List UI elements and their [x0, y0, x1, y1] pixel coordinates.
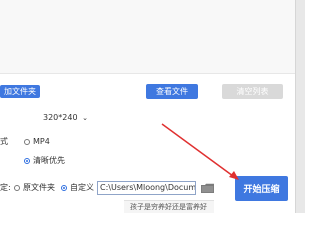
quality-priority-label: 清晰优先 [33, 156, 65, 165]
resolution-select[interactable]: 320*240 ⌄ [43, 113, 88, 123]
add-folder-label: 加文件夹 [4, 87, 36, 96]
add-folder-button[interactable]: 加文件夹 [0, 85, 40, 98]
folder-icon[interactable] [201, 183, 214, 193]
mp4-radio[interactable] [24, 139, 30, 145]
format-label: 式 [0, 137, 8, 146]
quality-priority-radio[interactable] [24, 158, 30, 164]
original-folder-radio[interactable] [14, 185, 20, 191]
original-folder-label: 原文件夹 [23, 183, 55, 192]
resolution-value: 320*240 [43, 113, 78, 122]
compressor-window: 加文件夹 查看文件 清空列表 320*240 ⌄ 式 MP4 清晰优先 定: 原… [0, 0, 305, 213]
view-files-button[interactable]: 查看文件 [146, 84, 198, 99]
mp4-label: MP4 [33, 137, 50, 146]
view-files-label: 查看文件 [156, 87, 188, 96]
chevron-down-icon: ⌄ [82, 114, 88, 122]
right-window-edge [295, 0, 305, 213]
clear-list-button[interactable]: 清空列表 [222, 84, 283, 99]
output-path-field[interactable]: C:\Users\Mloong\Docume [97, 181, 196, 195]
clear-list-label: 清空列表 [236, 87, 269, 96]
output-path-value: C:\Users\Mloong\Docume [100, 183, 196, 192]
hover-tooltip: 孩子是穷养好还是富养好 [124, 200, 214, 213]
file-list-area [0, 0, 296, 74]
start-compress-button[interactable]: 开始压缩 [235, 176, 288, 201]
output-label: 定: [0, 183, 11, 192]
tooltip-text: 孩子是穷养好还是富养好 [130, 203, 207, 211]
custom-folder-radio[interactable] [61, 185, 67, 191]
custom-folder-label: 自定义 [70, 183, 94, 192]
start-compress-label: 开始压缩 [243, 185, 280, 195]
